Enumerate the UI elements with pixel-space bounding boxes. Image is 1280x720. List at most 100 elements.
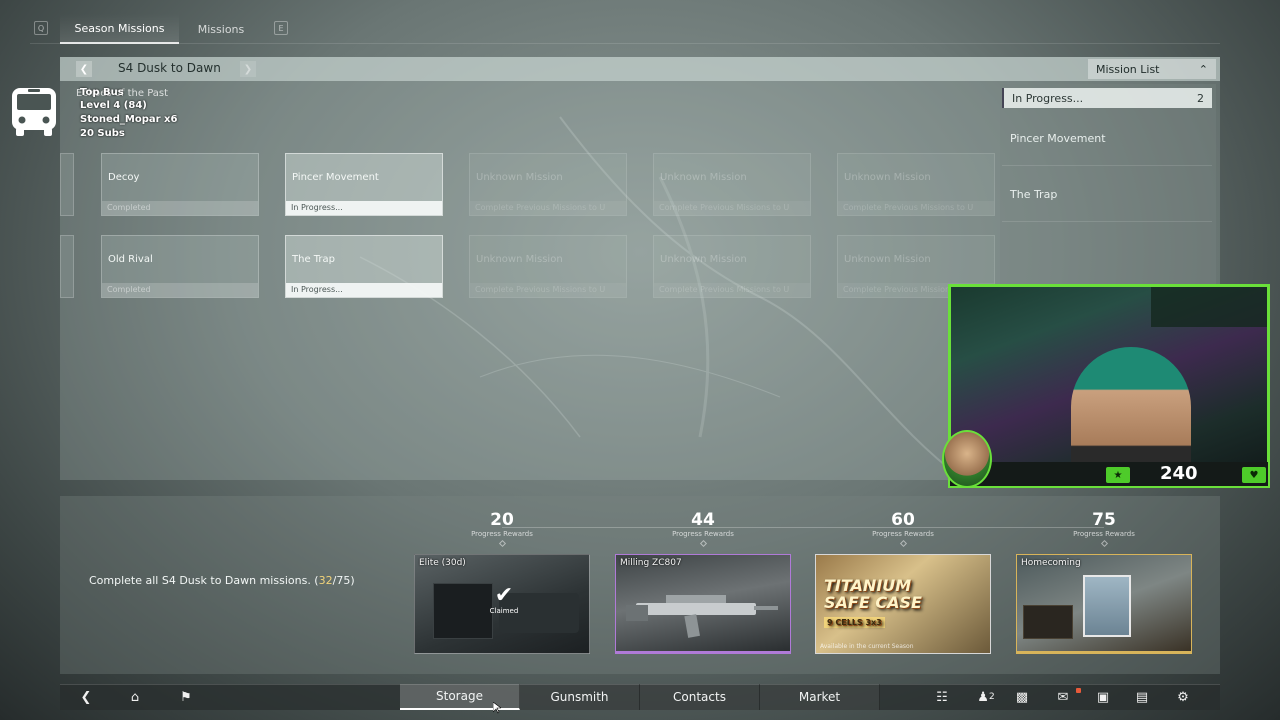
- tab-season-missions[interactable]: Season Missions: [60, 14, 179, 44]
- mission-list-label: Mission List: [1096, 62, 1160, 76]
- tier-label: Progress Rewards: [471, 530, 533, 538]
- reward-tier-60: 60 Progress Rewards: [853, 510, 953, 548]
- mission-name: Decoy: [108, 172, 140, 183]
- mission-list-panel: In Progress... 2 Pincer Movement The Tra…: [1000, 84, 1216, 284]
- mission-name: Unknown Mission: [844, 172, 931, 183]
- mission-name: The Trap: [292, 254, 336, 265]
- claimed-label: Claimed: [489, 607, 519, 615]
- tier-value: 75: [1092, 510, 1116, 530]
- mission-card-locked[interactable]: Unknown Mission Complete Previous Missio…: [653, 153, 811, 216]
- key-hint-left: Q: [34, 21, 48, 35]
- mission-status: Complete Previous Missions to U: [470, 201, 626, 215]
- completion-requirement: Complete all S4 Dusk to Dawn missions. (…: [89, 574, 355, 587]
- background-shelf: [1151, 287, 1267, 327]
- tier-value: 44: [691, 510, 715, 530]
- mission-card-locked[interactable]: Unknown Mission Complete Previous Missio…: [469, 235, 627, 298]
- key-hint-right: E: [274, 21, 288, 35]
- mission-status: Completed: [102, 201, 258, 215]
- tier-value: 20: [490, 510, 514, 530]
- titanium-safe-case-art: TITANIUM SAFE CASE 9 CELLS 3x3: [824, 577, 934, 628]
- overlay-line-4: 20 Subs: [80, 128, 125, 139]
- requirement-progress: 32: [318, 574, 333, 587]
- reward-tier-75: 75 Progress Rewards: [1054, 510, 1154, 548]
- tier-marker-icon: [899, 539, 907, 548]
- reward-name: Milling ZC807: [620, 558, 682, 568]
- reward-name: Elite (30d): [419, 558, 466, 568]
- prev-season-button[interactable]: ❮: [76, 61, 92, 77]
- tier-label: Progress Rewards: [872, 530, 934, 538]
- social-icon[interactable]: ☷: [922, 684, 962, 710]
- chevron-left-icon: ❮: [79, 63, 89, 75]
- star-icon: ★: [1106, 467, 1130, 483]
- gear-icon[interactable]: ⚙: [1163, 684, 1203, 710]
- mission-list-item-label: Pincer Movement: [1010, 132, 1106, 145]
- reward-card-milling-zc807[interactable]: Milling ZC807: [615, 554, 791, 654]
- mission-status: Complete Previous Missions to U: [470, 283, 626, 297]
- mission-status: Complete Previous Missions to U: [838, 201, 994, 215]
- tier-marker-icon: [498, 539, 506, 548]
- streamer-avatar: [942, 430, 992, 488]
- flag-icon[interactable]: ⚑: [166, 684, 206, 710]
- store-icon[interactable]: ▣: [1083, 684, 1123, 710]
- nav-market-button[interactable]: Market: [760, 684, 880, 710]
- next-season-button[interactable]: ❯: [240, 61, 256, 77]
- mission-status: Completed: [102, 283, 258, 297]
- nav-contacts-button[interactable]: Contacts: [640, 684, 760, 710]
- reward-card-elite[interactable]: Elite (30d) ✔ Claimed: [414, 554, 590, 654]
- mission-card-the-trap[interactable]: The Trap In Progress...: [285, 235, 443, 298]
- overlay-line-1: Top Bus: [80, 87, 124, 98]
- mission-card-old-rival[interactable]: Old Rival Completed: [101, 235, 259, 298]
- mission-card-stub: [60, 153, 74, 216]
- mission-card-locked[interactable]: Unknown Mission Complete Previous Missio…: [653, 235, 811, 298]
- mission-name: Pincer Movement: [292, 172, 379, 183]
- rifle-icon: [626, 595, 778, 638]
- claimed-indicator: ✔ Claimed: [487, 585, 521, 616]
- mission-list-toggle[interactable]: Mission List ⌃: [1088, 59, 1216, 79]
- heart-icon: ♥: [1242, 467, 1266, 483]
- home-icon[interactable]: ⌂: [115, 684, 155, 710]
- mission-list-filter[interactable]: In Progress... 2: [1002, 88, 1212, 108]
- art-title: TITANIUM SAFE CASE: [824, 576, 922, 612]
- mission-card-pincer-movement[interactable]: Pincer Movement In Progress...: [285, 153, 443, 216]
- document-icon[interactable]: ▤: [1122, 684, 1162, 710]
- filter-label: In Progress...: [1012, 91, 1084, 105]
- requirement-total: /75): [332, 574, 355, 587]
- reward-card-titanium-safe-case[interactable]: TITANIUM SAFE CASE 9 CELLS 3x3 Available…: [815, 554, 991, 654]
- bus-icon: [12, 88, 56, 136]
- tier-label: Progress Rewards: [672, 530, 734, 538]
- tab-missions[interactable]: Missions: [186, 14, 256, 44]
- mission-name: Unknown Mission: [476, 172, 563, 183]
- chevron-right-icon: ❯: [243, 63, 253, 75]
- filter-count: 2: [1197, 91, 1204, 105]
- reward-tier-20: 20 Progress Rewards: [452, 510, 552, 548]
- mission-status: Complete Previous Missions to U: [654, 201, 810, 215]
- webcam-counter: 240: [1160, 463, 1198, 484]
- mission-name: Old Rival: [108, 254, 153, 265]
- photo-image: [1083, 575, 1131, 637]
- requirement-text: Complete all S4 Dusk to Dawn missions. (: [89, 574, 319, 587]
- mission-card-locked[interactable]: Unknown Mission Complete Previous Missio…: [469, 153, 627, 216]
- mission-card-decoy[interactable]: Decoy Completed: [101, 153, 259, 216]
- season-title: S4 Dusk to Dawn: [118, 61, 221, 75]
- mission-status: In Progress...: [286, 283, 442, 297]
- chevron-up-icon: ⌃: [1198, 62, 1208, 76]
- reward-card-homecoming[interactable]: Homecoming: [1016, 554, 1192, 654]
- mouse-cursor-icon: [493, 702, 501, 714]
- nav-gunsmith-button[interactable]: Gunsmith: [520, 684, 640, 710]
- mission-list-item[interactable]: Pincer Movement: [1002, 112, 1212, 166]
- notification-badge: [1076, 688, 1081, 693]
- availability-note: Available in the current Season: [820, 643, 914, 650]
- chat-icon[interactable]: ▩: [1002, 684, 1042, 710]
- season-header-bar: [60, 57, 1220, 81]
- mission-list-item[interactable]: The Trap: [1002, 168, 1212, 222]
- art-subtitle: 9 CELLS 3x3: [824, 617, 885, 628]
- squad-icon[interactable]: ♟ 2: [966, 684, 1006, 710]
- mission-list-item-label: The Trap: [1010, 188, 1058, 201]
- person-icon: ♟: [977, 689, 989, 705]
- nav-storage-button[interactable]: Storage: [400, 684, 520, 710]
- tier-marker-icon: [699, 539, 707, 548]
- back-icon[interactable]: ❮: [66, 684, 106, 710]
- mission-name: Unknown Mission: [476, 254, 563, 265]
- mission-name: Unknown Mission: [660, 172, 747, 183]
- mission-card-locked[interactable]: Unknown Mission Complete Previous Missio…: [837, 153, 995, 216]
